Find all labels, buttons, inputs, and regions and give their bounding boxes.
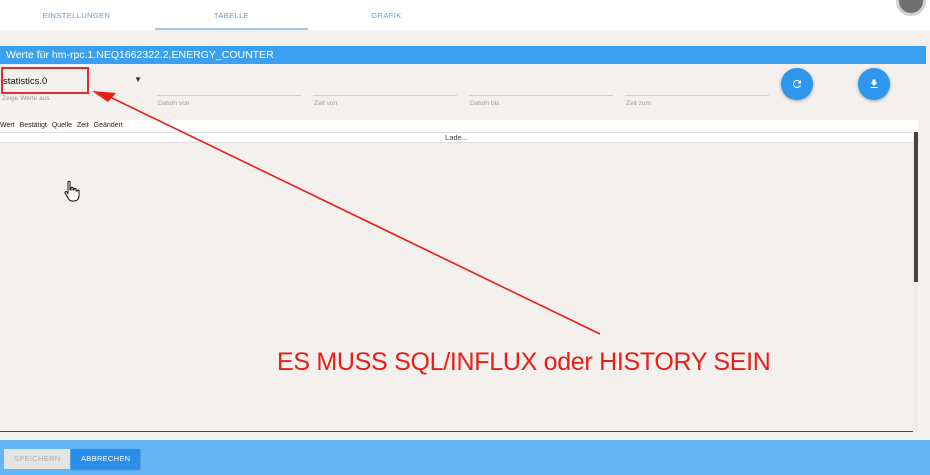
refresh-button[interactable] (781, 68, 813, 100)
tab-table[interactable]: Tabelle (155, 0, 308, 30)
table-header: Wert Bestätigt Quelle Zeit Geändert (0, 120, 918, 132)
time-from-label: Zeit von (314, 100, 338, 107)
dialog-footer: Speichern Abbrechen (0, 440, 930, 475)
dialog-title: Werte für hm-rpc.1.NEQ1662322.2.ENERGY_C… (0, 46, 926, 64)
close-circle-icon[interactable] (896, 0, 926, 16)
column-header[interactable]: Geändert (94, 122, 123, 129)
download-button[interactable] (858, 68, 890, 100)
hand-cursor-icon (64, 180, 80, 202)
time-to-label: Zeit zum (626, 100, 651, 107)
time-from-field[interactable] (313, 72, 457, 96)
time-to-field[interactable] (625, 72, 769, 96)
instance-select-label: Zeige Werte aus (2, 95, 50, 102)
annotation-text: ES MUSS SQL/INFLUX oder HISTORY SEIN (277, 348, 771, 376)
tab-settings[interactable]: Einstellungen (0, 0, 153, 30)
instance-select[interactable]: statistics.0 ▼ (2, 71, 147, 93)
date-from-label: Datum von (158, 100, 190, 107)
instance-select-value: statistics.0 (3, 76, 48, 87)
column-header[interactable]: Bestätigt (20, 122, 47, 129)
cancel-button[interactable]: Abbrechen (71, 449, 141, 469)
save-button[interactable]: Speichern (4, 449, 71, 469)
tab-bar: Einstellungen Tabelle Grafik (0, 0, 930, 30)
loading-indicator: Lade... (0, 132, 913, 143)
scrollbar-thumb[interactable] (914, 132, 918, 282)
tab-chart[interactable]: Grafik (310, 0, 463, 30)
caret-down-icon: ▼ (134, 75, 142, 84)
refresh-icon (792, 79, 801, 88)
column-header[interactable]: Zeit (77, 122, 89, 129)
date-from-field[interactable] (157, 72, 301, 96)
column-header[interactable]: Quelle (52, 122, 72, 129)
download-icon (870, 79, 878, 88)
table-body: Lade... (0, 132, 918, 432)
date-to-field[interactable] (469, 72, 613, 96)
date-to-label: Datum bis (470, 100, 500, 107)
column-header[interactable]: Wert (0, 122, 15, 129)
